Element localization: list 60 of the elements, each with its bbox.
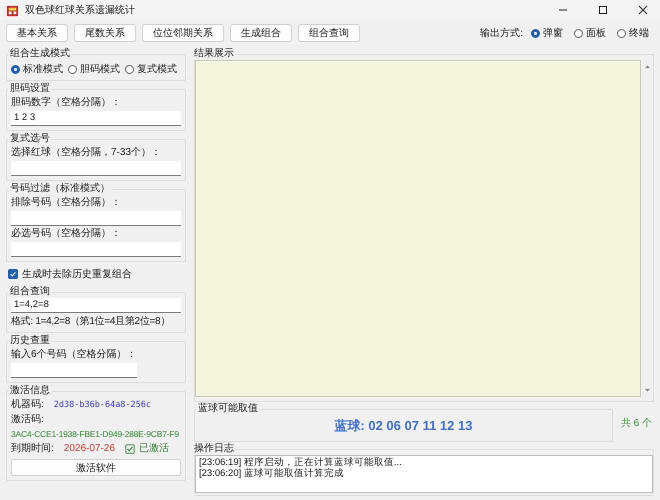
radio-label: 胆码模式	[80, 62, 120, 76]
radio-label: 面板	[586, 26, 606, 40]
radio-label: 终端	[629, 26, 649, 40]
input-field[interactable]	[11, 363, 137, 378]
expiry-date: 2026-07-26	[64, 442, 115, 456]
window-title: 双色球红球关系遗漏统计	[25, 4, 135, 17]
machine-code-label: 机器码:	[11, 398, 44, 412]
ball-numbers: 蓝球: 02 06 07 11 12 13	[333, 417, 474, 435]
radio-label: 弹窗	[543, 26, 563, 40]
group-title: 组合生成模式	[9, 48, 71, 60]
radio-label: 标准模式	[23, 62, 63, 76]
input-field[interactable]	[11, 211, 181, 226]
scroll-up-icon[interactable]	[644, 64, 650, 69]
machine-code: 2d38-b36b-64a8-256c	[54, 399, 152, 412]
maximize-icon[interactable]	[598, 5, 608, 15]
activation-code: 3AC4-CCE1-1938-FBE1-D949-288E-9CB7-F9	[11, 428, 180, 441]
toolbar-button[interactable]: 组合查询	[298, 24, 360, 42]
radio-label: 复式模式	[137, 62, 177, 76]
checkbox[interactable]	[8, 269, 18, 279]
scroll-down-icon[interactable]	[644, 388, 650, 393]
radio-button[interactable]	[125, 64, 134, 74]
log-line: [23:06:19] 程序启动，正在计算蓝球可能取值...	[199, 457, 403, 468]
field-label: 必选号码（空格分隔）：	[11, 227, 122, 240]
activation-status: 已激活	[138, 442, 169, 456]
output-mode-label: 输出方式:	[480, 26, 523, 40]
toolbar-button[interactable]: 位位邻期关系	[142, 24, 224, 42]
group-title: 历史查重	[9, 335, 51, 347]
radio-button[interactable]	[11, 64, 20, 74]
group-title: 胆码设置	[9, 83, 51, 95]
group-title: 蓝球可能取值	[197, 403, 259, 415]
field-label: 胆码数字（空格分隔）：	[11, 96, 122, 109]
field-label: 排除号码（空格分隔）：	[11, 196, 122, 209]
toolbar-button[interactable]: 尾数关系	[74, 24, 136, 42]
log-line: [23:06:20] 蓝球可能取值计算完成	[199, 468, 345, 479]
input-field[interactable]	[11, 242, 181, 257]
group-title: 激活信息	[9, 385, 51, 397]
field-label: 输入6个号码（空格分隔）：	[11, 348, 138, 361]
radio-button[interactable]	[531, 28, 540, 38]
checkbox-label: 生成时去除历史重复组合	[22, 268, 132, 281]
input-field[interactable]: 1=4,2=8	[11, 298, 181, 313]
close-icon[interactable]	[638, 5, 648, 15]
group-title: 复式选号	[9, 133, 51, 145]
expiry-label: 到期时间:	[11, 442, 54, 456]
format-hint: 格式: 1=4,2=8（第1位=4且第2位=8）	[11, 315, 170, 328]
group-title: 号码过滤（标准模式）	[9, 183, 111, 195]
count-label: 共 6 个	[620, 416, 652, 430]
group-title: 操作日志	[193, 443, 235, 455]
input-field[interactable]	[11, 161, 181, 176]
radio-button[interactable]	[68, 64, 77, 74]
activate-button[interactable]: 激活软件	[11, 459, 181, 476]
group-title: 结果展示	[193, 48, 235, 60]
app-icon	[6, 4, 19, 16]
toolbar-button[interactable]: 基本关系	[6, 24, 68, 42]
field-label: 选择红球（空格分隔，7-33个）：	[11, 146, 162, 159]
radio-button[interactable]	[617, 28, 626, 38]
input-field[interactable]: 1 2 3	[11, 111, 181, 126]
radio-button[interactable]	[574, 28, 583, 38]
group-title: 组合查询	[9, 286, 51, 298]
toolbar-button[interactable]: 生成组合	[230, 24, 292, 42]
activation-code-label: 激活码:	[11, 413, 44, 427]
